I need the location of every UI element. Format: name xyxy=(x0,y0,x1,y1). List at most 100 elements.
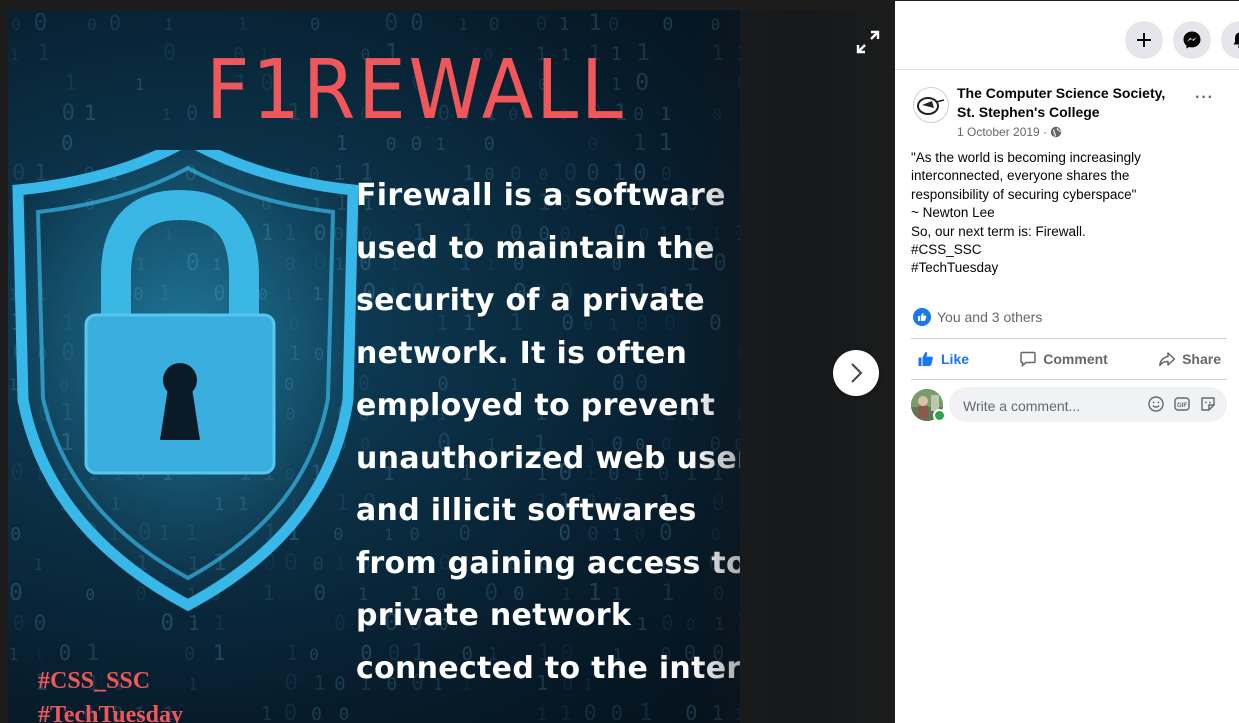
gif-icon[interactable]: GIF xyxy=(1173,395,1191,413)
poster-tag: #TechTuesday xyxy=(38,702,183,723)
poster-body: Firewall is a software used to maintain … xyxy=(356,170,740,695)
sticker-icon[interactable] xyxy=(1199,395,1217,413)
share-icon xyxy=(1159,352,1176,367)
post-actions-bar: Like Comment Share xyxy=(911,338,1227,380)
post-text: "As the world is becoming increasingly i… xyxy=(911,149,1201,278)
poster-body-line: private network xyxy=(356,598,632,633)
svg-text:0: 0 xyxy=(311,704,322,723)
svg-text:0: 0 xyxy=(662,14,673,35)
poster-body-line: unauthorized web users xyxy=(356,440,740,476)
svg-text:0: 0 xyxy=(334,673,345,695)
poster-body-line: used to maintain the xyxy=(356,230,715,266)
post-text-line: "As the world is becoming increasingly xyxy=(911,150,1141,165)
svg-text:1: 1 xyxy=(237,14,248,35)
svg-text:1: 1 xyxy=(639,700,653,723)
poster-body-line: network. It is often xyxy=(356,335,688,371)
comment-button[interactable]: Comment xyxy=(1013,350,1114,368)
plus-icon xyxy=(1137,33,1151,47)
svg-text:1: 1 xyxy=(589,11,602,36)
comment-icon xyxy=(1020,351,1037,368)
create-button[interactable] xyxy=(1125,21,1163,59)
svg-text:1: 1 xyxy=(10,45,20,64)
like-reaction-icon xyxy=(913,308,931,326)
svg-text:0: 0 xyxy=(410,11,423,36)
svg-text:0: 0 xyxy=(284,701,297,723)
poster-tag: #CSS_SSC xyxy=(38,668,151,694)
svg-text:0: 0 xyxy=(184,643,195,665)
svg-text:1: 1 xyxy=(286,641,299,665)
svg-text:0: 0 xyxy=(87,15,97,34)
svg-text:1: 1 xyxy=(459,15,469,34)
svg-text:0: 0 xyxy=(608,14,619,35)
share-label: Share xyxy=(1182,351,1221,367)
svg-text:0: 0 xyxy=(284,671,297,696)
svg-text:0: 0 xyxy=(310,15,320,35)
svg-text:0: 0 xyxy=(584,701,597,723)
svg-text:1: 1 xyxy=(84,101,97,125)
online-status-dot xyxy=(933,409,946,422)
svg-text:0: 0 xyxy=(536,13,547,35)
comment-label: Comment xyxy=(1043,351,1108,367)
svg-text:0: 0 xyxy=(62,101,75,126)
svg-text:1: 1 xyxy=(660,104,671,125)
svg-text:0: 0 xyxy=(611,701,623,723)
svg-text:1: 1 xyxy=(560,701,572,723)
expand-button[interactable] xyxy=(852,26,884,58)
notifications-button[interactable] xyxy=(1221,21,1239,59)
svg-text:1: 1 xyxy=(633,131,646,156)
post-date[interactable]: 1 October 2019 · xyxy=(957,125,1047,139)
post-side-panel: The Computer Science Society, St. Stephe… xyxy=(895,0,1239,723)
svg-text:0: 0 xyxy=(186,101,198,125)
post-text-line: ~ Newton Lee xyxy=(911,205,995,221)
next-photo-button[interactable] xyxy=(833,350,879,396)
messenger-button[interactable] xyxy=(1173,21,1211,59)
chevron-right-icon xyxy=(851,363,863,383)
svg-text:0: 0 xyxy=(635,70,649,96)
poster-body-line: from gaining access to a xyxy=(356,545,740,581)
svg-text:0: 0 xyxy=(489,14,500,35)
poster-body-line: and illicit softwares xyxy=(356,493,697,528)
post-meta: 1 October 2019 · xyxy=(957,125,1062,139)
poster-body-line: connected to the internet xyxy=(356,650,740,686)
svg-text:1: 1 xyxy=(436,135,446,155)
svg-text:1: 1 xyxy=(188,675,198,695)
comment-composer: GIF xyxy=(911,387,1227,424)
page-avatar[interactable] xyxy=(913,87,949,123)
globe-icon xyxy=(1050,126,1062,138)
svg-text:0: 0 xyxy=(384,10,398,36)
svg-text:0: 0 xyxy=(109,11,121,35)
like-label: Like xyxy=(941,351,970,367)
post-text-line: responsibility of securing cyberspace" xyxy=(911,186,1137,202)
svg-text:0: 0 xyxy=(339,705,349,723)
svg-text:1: 1 xyxy=(161,105,171,124)
post-photo[interactable]: 0000110001001100011100101011111111110010… xyxy=(8,10,740,723)
hashtag-link[interactable]: #CSS_SSC xyxy=(911,241,1201,259)
comment-tools: GIF xyxy=(1147,395,1217,413)
comment-box: GIF xyxy=(949,387,1227,424)
poster-title: F1REWALL xyxy=(206,43,626,138)
svg-text:1: 1 xyxy=(37,41,50,66)
svg-text:1: 1 xyxy=(537,705,547,723)
svg-text:1: 1 xyxy=(559,14,570,35)
page-name-link[interactable]: The Computer Science Society, St. Stephe… xyxy=(957,84,1187,122)
reactions-summary[interactable]: You and 3 others xyxy=(913,308,1042,326)
thumbs-up-icon xyxy=(918,351,933,366)
svg-text:1: 1 xyxy=(164,15,174,34)
society-logo-icon xyxy=(917,97,945,115)
messenger-icon xyxy=(1183,31,1201,49)
svg-text:1: 1 xyxy=(8,645,18,665)
poster-body-line: employed to prevent xyxy=(356,388,716,423)
like-button[interactable]: Like xyxy=(911,350,975,368)
hashtag-link[interactable]: #TechTuesday xyxy=(911,259,1201,277)
more-options-button[interactable]: ··· xyxy=(1195,89,1214,107)
share-button[interactable]: Share xyxy=(1152,350,1227,368)
svg-text:0: 0 xyxy=(633,104,644,125)
svg-text:1: 1 xyxy=(636,40,650,66)
svg-text:0: 0 xyxy=(309,645,319,664)
post-text-line: So, our next term is: Firewall. xyxy=(911,223,1086,239)
bell-icon xyxy=(1233,32,1239,48)
comment-input[interactable] xyxy=(961,387,1135,424)
poster-body-line: security of a private xyxy=(356,283,705,318)
emoji-icon[interactable] xyxy=(1147,395,1165,413)
header-divider xyxy=(895,69,1239,70)
